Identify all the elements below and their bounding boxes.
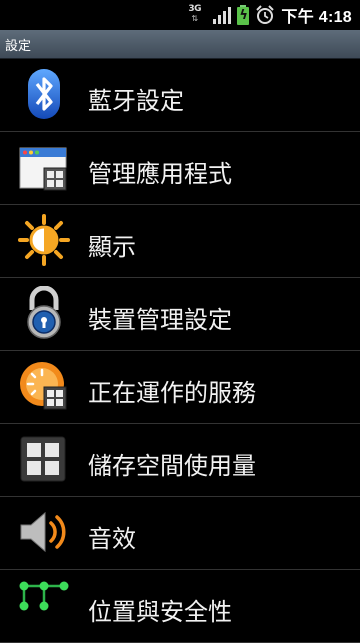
3g-icon: 3G ⇅ — [188, 4, 202, 23]
settings-item-label: 裝置管理設定 — [88, 306, 232, 334]
battery-charging-icon: ϟ — [237, 5, 250, 25]
running-services-icon — [20, 362, 67, 410]
settings-item-label: 位置與安全性 — [88, 598, 232, 626]
settings-item-bluetooth[interactable]: 藍牙設定 — [0, 59, 360, 132]
device-admin-lock-icon — [27, 286, 61, 339]
alarm-icon — [256, 5, 275, 24]
location-security-icon — [19, 581, 69, 611]
settings-list: 藍牙設定 管理應用程式 顯示 裝置管理設定 正在運作的服務 儲存空間使用量 音效… — [0, 59, 360, 643]
settings-item-storage[interactable]: 儲存空間使用量 — [0, 424, 360, 497]
display-brightness-icon — [18, 214, 70, 266]
title-bar: 設定 — [0, 30, 360, 59]
settings-item-manage-apps[interactable]: 管理應用程式 — [0, 132, 360, 205]
settings-item-display[interactable]: 顯示 — [0, 205, 360, 278]
manage-apps-icon — [19, 147, 67, 191]
settings-item-device-admin[interactable]: 裝置管理設定 — [0, 278, 360, 351]
settings-item-label: 儲存空間使用量 — [88, 452, 256, 480]
signal-icon — [213, 6, 232, 24]
status-bar: 3G ⇅ ϟ 下午 4:18 — [0, 0, 360, 30]
settings-item-label: 藍牙設定 — [88, 87, 184, 115]
settings-item-running-services[interactable]: 正在運作的服務 — [0, 351, 360, 424]
network-type-label: 3G — [188, 4, 202, 14]
storage-grid-icon — [20, 436, 66, 482]
settings-item-sound[interactable]: 音效 — [0, 497, 360, 570]
settings-item-label: 正在運作的服務 — [88, 379, 256, 407]
settings-item-location-security[interactable]: 位置與安全性 — [0, 570, 360, 643]
settings-item-label: 顯示 — [88, 233, 136, 261]
status-time: 下午 4:18 — [281, 9, 352, 26]
sound-icon — [20, 511, 66, 553]
settings-item-label: 音效 — [88, 525, 136, 553]
settings-item-label: 管理應用程式 — [88, 160, 232, 188]
bluetooth-icon — [28, 69, 60, 119]
page-title: 設定 — [5, 39, 32, 54]
